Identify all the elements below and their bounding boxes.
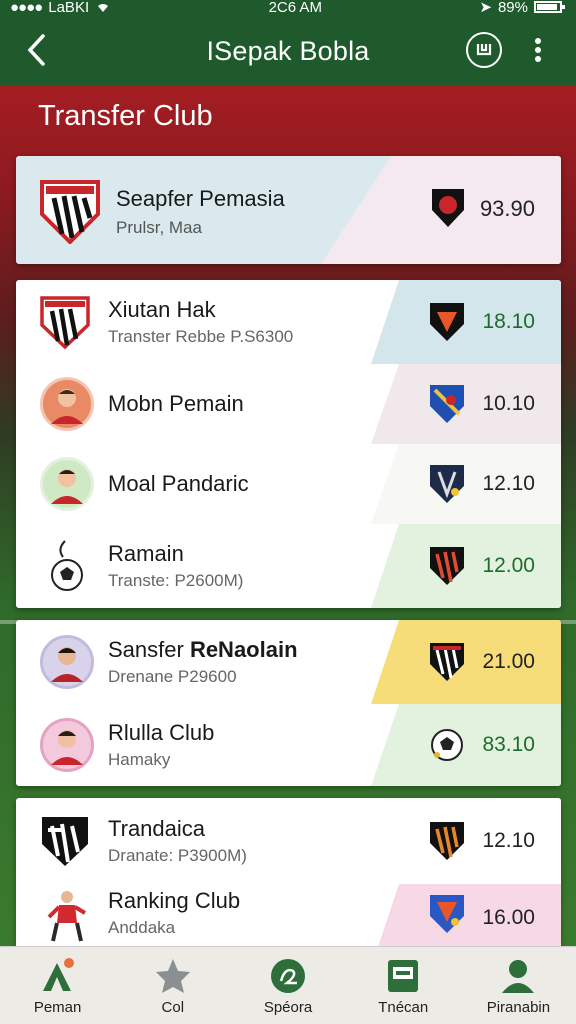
row-value: 10.10 [482,392,535,415]
transfer-list-card: Sansfer ReNaolain Drenane P29600 21.00 R… [16,620,561,786]
row-sub: Hamaky [108,750,171,769]
row-value: 18.10 [482,310,535,333]
featured-name: Seapfer Pemasia [116,186,285,211]
opponent-crest-icon [429,642,465,682]
list-item[interactable]: Sansfer ReNaolain Drenane P29600 21.00 [16,620,561,704]
avatar [40,377,94,431]
nav-label: Col [161,999,185,1016]
nav-item-piranabin[interactable]: Piranabin [461,947,576,1024]
soccer-ball-icon [429,725,465,765]
transfer-list-card: Trandaica Dranate: P3900M) 12.10 Ranking… [16,798,561,948]
more-options-button[interactable] [524,34,552,66]
row-sub: Transte: P2600M) [108,571,244,590]
club-crest-icon [40,178,100,245]
row-name: Ramain [108,541,184,566]
more-dot-icon [535,56,541,62]
row-name-regular: Sansfer [108,637,190,662]
club-crest-icon [40,295,90,349]
soccer-ball-icon [40,539,94,593]
row-value: 21.00 [482,650,535,673]
row-name: Mobn Pemain [108,391,244,416]
carrier-label: LaBKI [48,0,90,16]
opponent-crest-icon [429,894,465,934]
avatar [40,718,94,772]
nav-item-col[interactable]: Col [115,947,230,1024]
nav-item-speora[interactable]: Spéora [230,947,345,1024]
row-value: 12.10 [482,472,535,495]
opponent-crest-icon [429,384,465,424]
page-title: ISepak Bobla [206,35,370,66]
opponent-crest-icon [429,302,465,342]
back-button[interactable] [18,30,54,70]
row-sub: Dranate: P3900M) [108,846,247,865]
home-a-icon [39,957,77,995]
avatar [40,635,94,689]
nav-label: Tnécan [378,999,429,1016]
row-name: Rlulla Club [108,720,215,745]
list-item[interactable]: Ramain Transte: P2600M) 12.00 [16,524,561,608]
row-name: Sansfer ReNaolain [108,637,298,663]
list-item[interactable]: Xiutan Hak Transter Rebbe P.S6300 18.10 [16,280,561,364]
row-sub: Transter Rebbe P.S6300 [108,327,294,346]
battery-icon [534,0,566,16]
list-item[interactable]: Trandaica Dranate: P3900M) 12.10 [16,798,561,884]
nav-label: Spéora [263,999,313,1016]
opponent-crest-icon [429,546,465,586]
club-crest-icon [40,814,90,868]
row-name: Moal Pandaric [108,471,249,496]
status-bar: ●●●● LaBKI 2C6 AM ➤ 89% [0,0,576,16]
row-name: Xiutan Hak [108,297,216,322]
avatar [40,457,94,511]
signal-icon: ●●●● [10,0,43,16]
featured-transfer-card[interactable]: Seapfer Pemasia Prulsr, Maa 93.90 [16,156,561,264]
row-sub: Anddaka [108,918,176,937]
opponent-crest-icon [429,821,465,861]
nav-label: Piranabin [486,999,551,1016]
opponent-crest-icon [431,188,465,228]
nav-label: Peman [33,999,82,1016]
app-header: ISepak Bobla [0,16,576,86]
more-dot-icon [535,38,541,44]
player-figure-icon [40,889,94,943]
list-item[interactable]: Mobn Pemain 10.10 [16,364,561,444]
row-name-bold: ReNaolain [189,637,298,662]
sport-circle-icon [269,957,307,995]
row-value: 12.00 [482,554,535,577]
row-name: Trandaica [108,816,206,841]
row-value: 16.00 [482,906,535,929]
clock: 2C6 AM [268,0,322,16]
battery-percent: 89% [497,0,528,16]
share-button[interactable] [466,32,502,68]
nav-item-tnecan[interactable]: Tnécan [346,947,461,1024]
wifi-icon [95,1,111,16]
list-item[interactable]: Moal Pandaric 12.10 [16,444,561,524]
opponent-crest-icon [429,464,465,504]
tablet-icon [384,957,422,995]
location-icon: ➤ [479,0,492,16]
more-dot-icon [535,47,541,53]
featured-value: 93.90 [479,196,535,221]
row-value: 12.10 [482,829,535,852]
transfer-list-card: Xiutan Hak Transter Rebbe P.S6300 18.10 … [16,280,561,608]
section-title: Transfer Club [38,100,213,132]
share-icon [476,44,492,56]
profile-icon [499,957,537,995]
featured-sub: Prulsr, Maa [116,218,202,237]
bottom-navigation: Peman Col Spéora Tnécan Piranabin [0,946,576,1024]
row-sub: Drenane P29600 [108,667,237,686]
list-item[interactable]: Ranking Club Anddaka 16.00 [16,884,561,948]
star-icon [154,957,192,995]
nav-item-peman[interactable]: Peman [0,947,115,1024]
row-name: Ranking Club [108,888,241,913]
row-value: 83.10 [482,733,535,756]
list-item[interactable]: Rlulla Club Hamaky 83.10 [16,704,561,786]
chevron-left-icon [27,34,45,66]
